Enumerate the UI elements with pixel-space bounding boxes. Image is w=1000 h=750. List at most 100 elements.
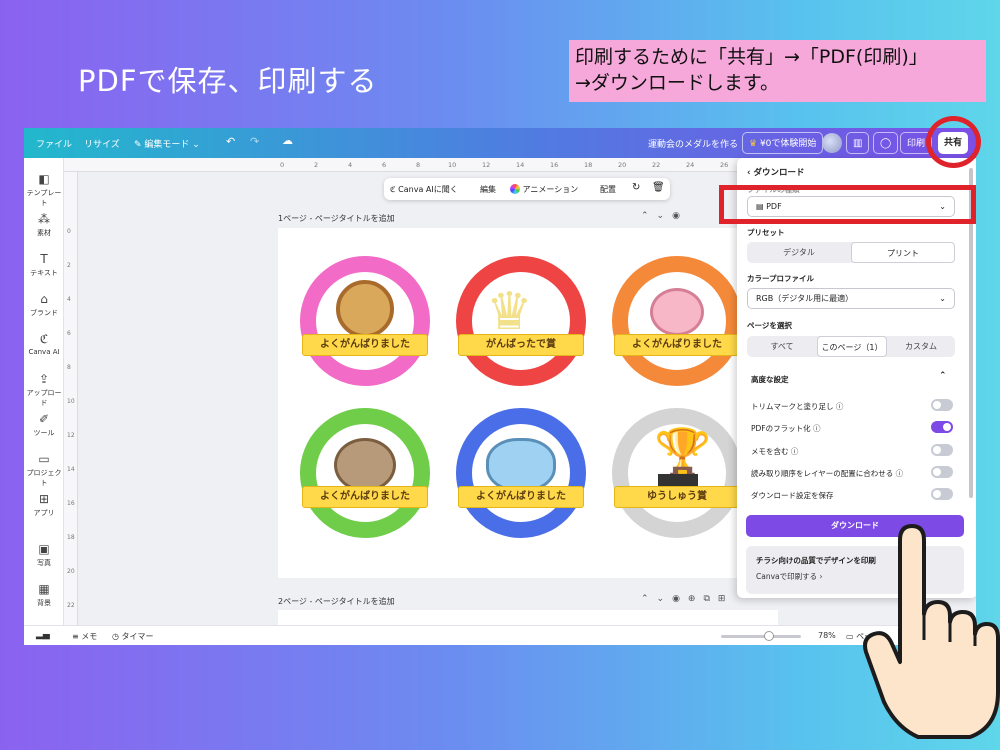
zoom-slider[interactable] [721,635,801,638]
ruler-tick: 8 [416,161,421,169]
sidebar-item-template[interactable]: ◧ テンプレート [24,172,64,208]
floating-toolbar: ℭ Canva AIに聞く 編集 アニメーション 配置 ↻ 🗑 [384,178,670,200]
ruler-tick: 22 [67,602,75,609]
ruler-tick: 18 [584,161,593,169]
pages-all[interactable]: すべて [747,336,817,357]
medal-crown[interactable]: ♛ がんばったで賞 [456,256,586,386]
page-2-controls[interactable]: ⌃⌄◉⊕⧉⊞ [641,594,733,604]
sidebar-item-background[interactable]: ▦ 背景 [24,582,64,608]
medal-ribbon: よくがんばりました [302,334,428,356]
ruler-tick: 10 [448,161,457,169]
refresh-icon[interactable]: ↻ [632,182,640,193]
sidebar-item-label: ツール [33,429,55,437]
document-title[interactable]: 運動会のメダルを作る [648,137,738,150]
ruler-tick: 8 [67,364,71,371]
info-icon[interactable]: ⓘ [896,469,904,478]
medal-lion[interactable]: よくがんばりました [300,256,430,386]
toggle-label: メモを含む [751,447,789,456]
ruler-tick: 20 [67,568,75,575]
sidebar-item-photo[interactable]: ▣ 写真 [24,542,64,568]
elements-icon: ⁂ [38,212,50,226]
memo-button[interactable]: ≡ メモ [72,631,97,642]
arrange-button[interactable]: 配置 [600,184,616,195]
pencil-icon: ✎ [134,140,145,150]
sidebar-item-elements[interactable]: ⁂ 素材 [24,212,64,238]
avatar[interactable] [822,133,842,153]
edit-button[interactable]: 編集 [480,184,496,195]
pages-custom[interactable]: カスタム [887,336,955,357]
preset-print[interactable]: プリント [851,242,955,263]
trash-icon[interactable]: 🗑 [652,182,665,193]
animation-button[interactable]: アニメーション [510,184,578,195]
trial-button[interactable]: ♛ ¥0で体験開始 [742,132,824,154]
sidebar-item-canva-ai[interactable]: ℭ Canva AI [24,332,64,356]
edit-mode-menu[interactable]: ✎ 編集モード ⌄ [134,137,200,150]
insights-icon[interactable]: ▥ [846,132,870,154]
toggle-row-notes: メモを含む ⓘ [751,444,953,457]
sidebar-item-label: テンプレート [26,189,62,207]
sidebar-item-project[interactable]: ▭ プロジェクト [24,452,64,488]
page-2-label[interactable]: 2ページ - ページタイトルを追加 [278,596,395,607]
zoom-level[interactable]: 78% [818,631,836,640]
medal-ribbon: よくがんばりました [458,486,584,508]
ruler-tick: 16 [67,500,75,507]
info-icon[interactable]: ⓘ [791,447,799,456]
chart-icon[interactable]: ▂▄ [36,630,50,640]
chevron-up-icon[interactable]: ⌃ [939,371,947,381]
save-settings-toggle[interactable] [931,488,953,500]
photo-icon: ▣ [38,542,50,556]
sidebar-item-apps[interactable]: ⊞ アプリ [24,492,64,518]
advanced-settings-label[interactable]: 高度な設定 [751,374,789,385]
include-notes-toggle[interactable] [931,444,953,456]
promo-link[interactable]: Canvaで印刷する › [756,571,823,582]
file-menu[interactable]: ファイル [36,137,72,150]
medal-trophy[interactable]: 🏆 ゆうしゅう賞 [612,408,742,538]
crown-icon: ♛ [486,282,533,342]
medal-rabbit[interactable]: よくがんばりました [612,256,742,386]
info-icon[interactable]: ⓘ [813,424,821,433]
toggle-row-save-settings: ダウンロード設定を保存 [751,488,953,501]
crown-icon: ♛ [749,139,760,149]
ruler-tick: 2 [314,161,319,169]
bottom-bar: ▂▄ ≡ メモ ◷ タイマー 78% ▭ ペー [24,625,976,645]
canvas-page-1[interactable]: よくがんばりました ♛ がんばったで賞 よくがんばりました よくがんばりました … [278,228,778,578]
sidebar-item-tools[interactable]: ✐ ツール [24,412,64,438]
ask-ai-label: Canva AIに聞く [398,185,458,194]
ask-canva-ai-button[interactable]: ℭ Canva AIに聞く [390,184,458,195]
zoom-slider-handle[interactable] [764,631,774,641]
sidebar-item-label: Canva AI [28,348,60,356]
sidebar-item-upload[interactable]: ⇪ アップロード [24,372,64,408]
sidebar-item-label: アプリ [33,509,55,517]
resize-menu[interactable]: リサイズ [84,137,120,150]
download-back-button[interactable]: ‹ ダウンロード [747,166,804,178]
toggle-row-trim: トリムマークと塗り足し ⓘ [751,399,953,412]
promo-title: チラシ向けの品質でデザインを印刷 [756,556,876,565]
medal-bear[interactable]: よくがんばりました [300,408,430,538]
headline: PDFで保存、印刷する [78,64,378,98]
canva-ai-icon: ℭ [39,332,49,346]
page-1-label[interactable]: 1ページ - ページタイトルを追加 [278,213,395,224]
ruler-tick: 10 [67,398,75,405]
trim-marks-toggle[interactable] [931,399,953,411]
upload-icon: ⇪ [38,372,50,386]
cloud-saved-icon[interactable]: ☁ [282,134,293,147]
preset-digital[interactable]: デジタル [747,242,851,263]
flatten-pdf-toggle[interactable] [931,421,953,433]
sidebar-item-text[interactable]: T テキスト [24,252,64,278]
ruler-tick: 4 [67,296,71,303]
ruler-left: 0 2 4 6 8 10 12 14 16 18 20 22 [64,172,78,628]
info-icon[interactable]: ⓘ [836,402,844,411]
undo-icon[interactable]: ↶ [226,135,235,148]
medal-ribbon: ゆうしゅう賞 [614,486,740,508]
page-1-controls[interactable]: ⌃⌄◉ [641,211,688,221]
redo-icon[interactable]: ↷ [250,135,259,148]
sidebar-item-brand[interactable]: ⌂ ブランド [24,292,64,318]
color-profile-select[interactable]: RGB（デジタル用に最適） ⌄ [747,288,955,309]
medal-elephant[interactable]: よくがんばりました [456,408,586,538]
pages-this-page[interactable]: このページ（1） [817,336,887,357]
reading-order-toggle[interactable] [931,466,953,478]
timer-button[interactable]: ◷ タイマー [112,631,154,642]
comment-icon[interactable]: ◯ [873,132,899,154]
sidebar-item-label: 背景 [37,599,51,607]
trophy-icon: 🏆 [654,425,712,479]
